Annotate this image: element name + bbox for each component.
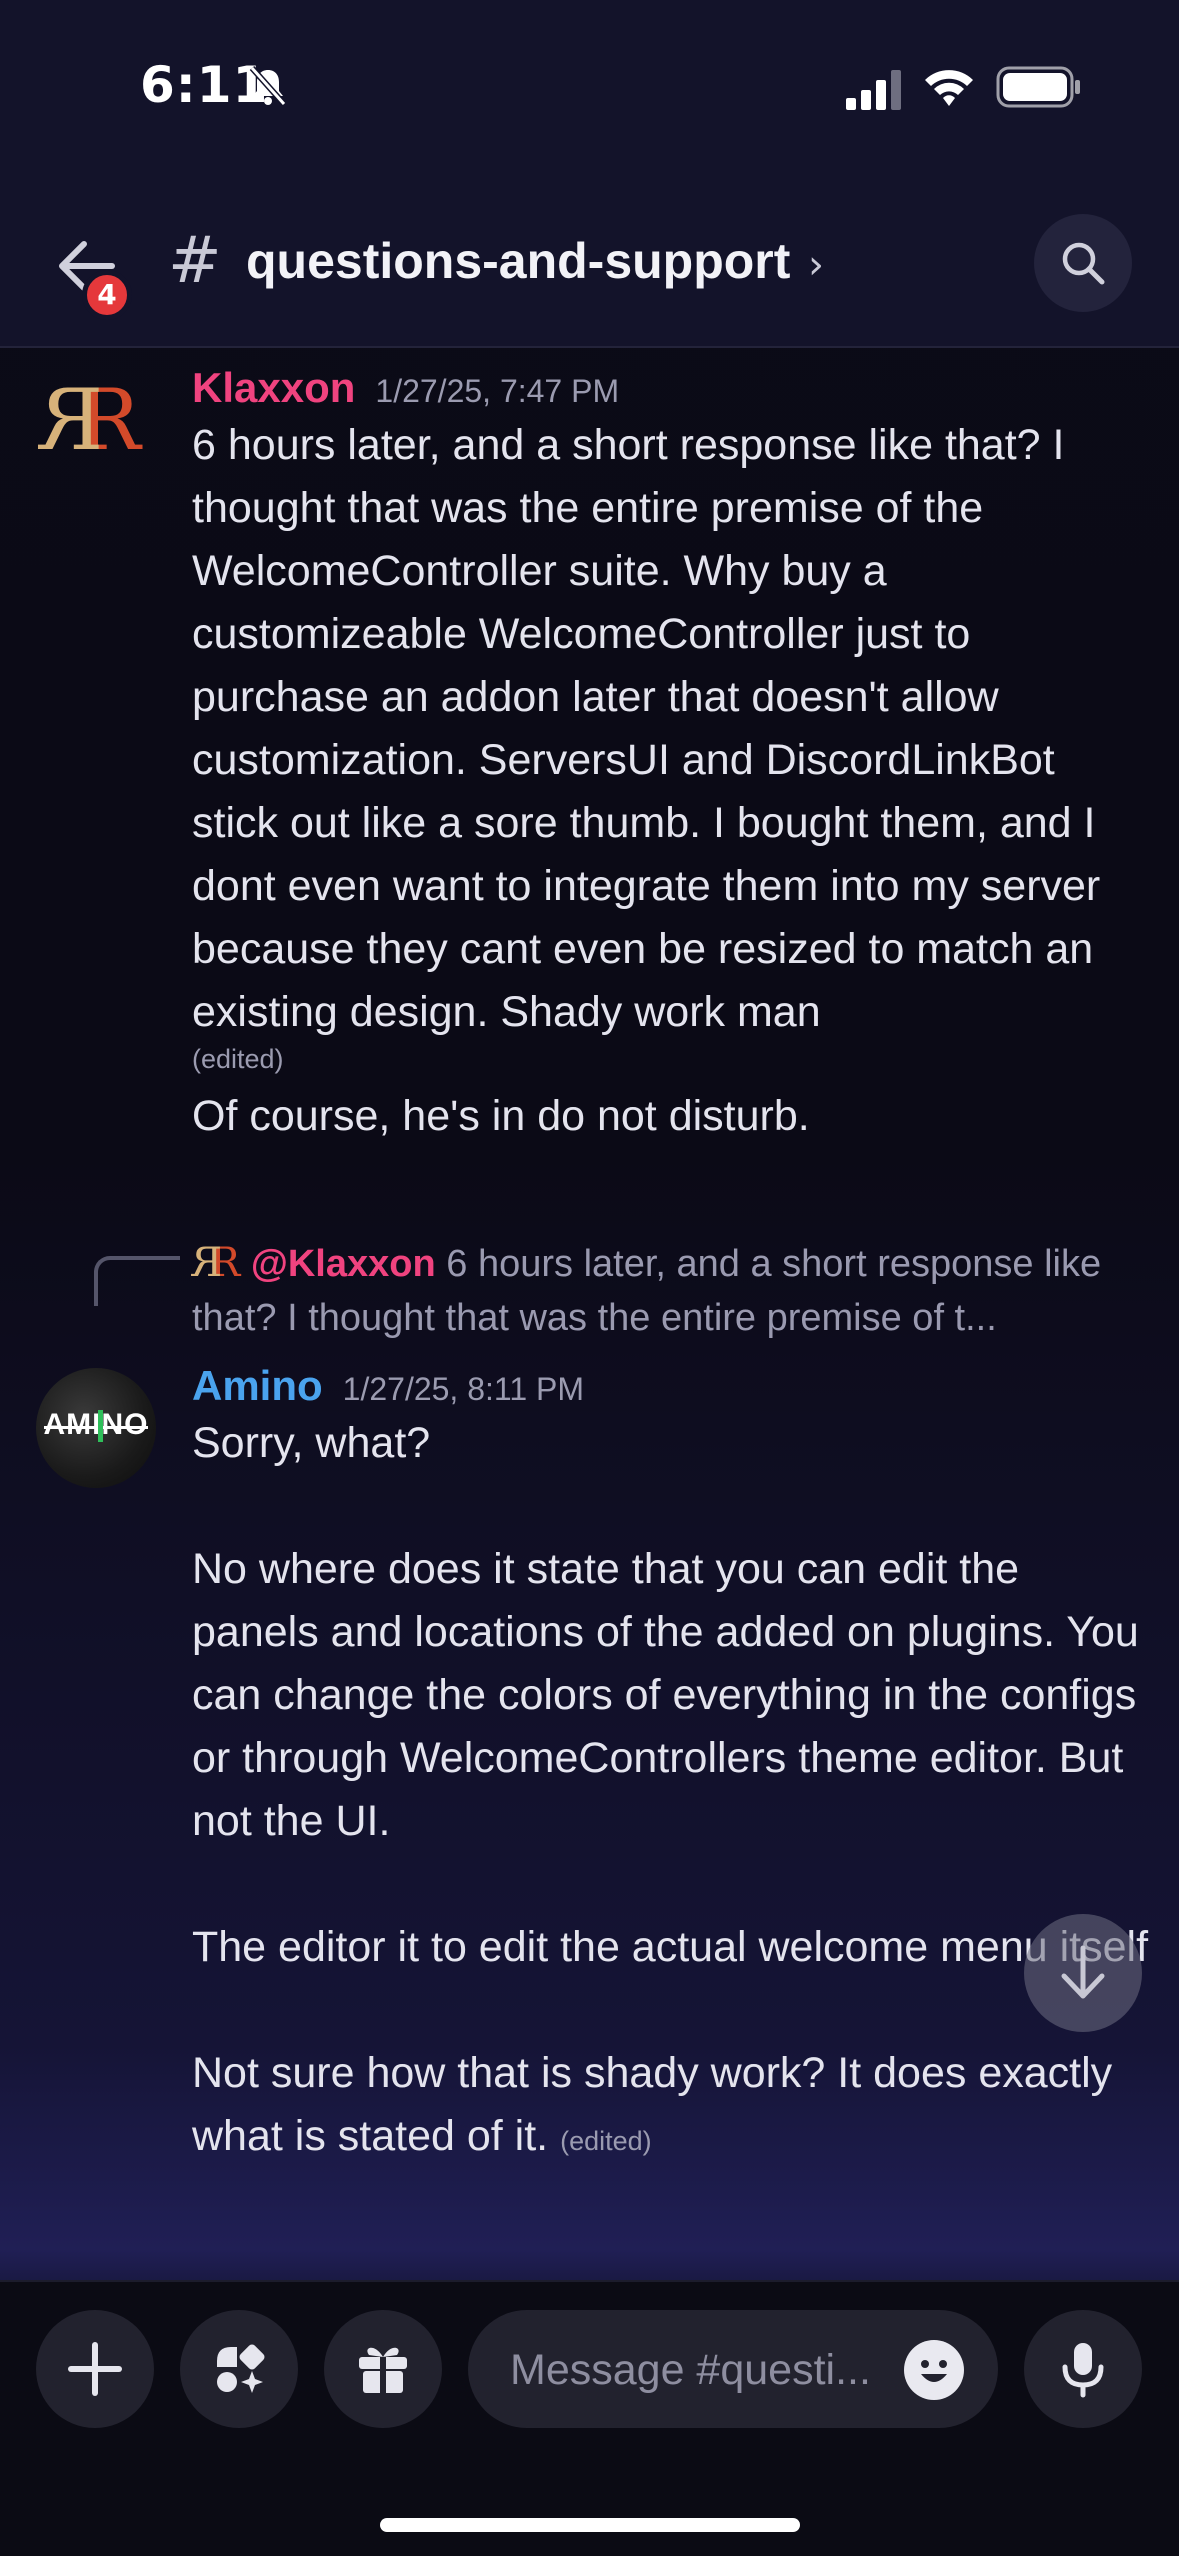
apps-button[interactable] bbox=[180, 2310, 298, 2428]
channel-title[interactable]: questions-and-support bbox=[246, 232, 790, 290]
plus-icon bbox=[68, 2342, 122, 2396]
message-text: 6 hours later, and a short response like… bbox=[192, 421, 1113, 1036]
reply-avatar: RR bbox=[192, 1240, 241, 1286]
message-timestamp: 1/27/25, 8:11 PM bbox=[342, 1371, 584, 1407]
message: Klaxxon 1/27/25, 7:47 PM 6 hours later, a… bbox=[192, 364, 1152, 1148]
reply-author: @Klaxxon bbox=[250, 1243, 436, 1285]
channel-hash-icon: # bbox=[168, 224, 222, 298]
battery-icon bbox=[996, 66, 1080, 108]
reply-connector bbox=[94, 1256, 180, 1306]
search-button[interactable] bbox=[1034, 214, 1132, 312]
microphone-icon bbox=[1062, 2343, 1104, 2398]
chevron-right-icon[interactable]: › bbox=[808, 242, 824, 288]
avatar-text: AMINO bbox=[43, 1408, 149, 1441]
message-composer: Message #questi... bbox=[0, 2280, 1179, 2556]
status-bar: 6:11 bbox=[0, 0, 1179, 180]
channel-header: 4 # questions-and-support › bbox=[0, 180, 1179, 348]
gift-button[interactable] bbox=[324, 2310, 442, 2428]
message-text: Sorry, what? No where does it state that… bbox=[192, 1419, 1148, 2160]
apps-icon bbox=[217, 2344, 265, 2393]
signal-icon bbox=[846, 70, 901, 110]
message-input[interactable]: Message #questi... bbox=[468, 2310, 998, 2428]
gift-icon bbox=[359, 2347, 407, 2393]
edited-label: (edited) bbox=[192, 1044, 284, 1074]
message-text: Of course, he's in do not disturb. bbox=[192, 1092, 810, 1140]
message-author[interactable]: Amino bbox=[192, 1362, 323, 1409]
emoji-icon[interactable] bbox=[904, 2340, 964, 2400]
jump-to-present-button[interactable] bbox=[1024, 1914, 1142, 2032]
search-icon bbox=[1062, 242, 1105, 285]
message-timestamp: 1/27/25, 7:47 PM bbox=[375, 373, 620, 409]
edited-label: (edited) bbox=[560, 2126, 652, 2156]
message: Amino 1/27/25, 8:11 PM Sorry, what? No wh… bbox=[192, 1362, 1152, 2173]
message-author[interactable]: Klaxxon bbox=[192, 364, 355, 411]
bell-slash-icon bbox=[249, 66, 287, 106]
arrow-down-icon bbox=[1061, 1945, 1105, 1999]
message-input-placeholder: Message #questi... bbox=[510, 2346, 871, 2394]
wifi-icon bbox=[925, 70, 973, 106]
add-attachment-button[interactable] bbox=[36, 2310, 154, 2428]
reply-preview[interactable]: RR @Klaxxon 6 hours later, and a short r… bbox=[192, 1236, 1152, 1345]
voice-message-button[interactable] bbox=[1024, 2310, 1142, 2428]
unread-badge: 4 bbox=[82, 270, 132, 320]
avatar[interactable]: AMINO bbox=[36, 1368, 156, 1488]
avatar[interactable]: RR bbox=[40, 371, 148, 469]
home-indicator[interactable] bbox=[380, 2518, 800, 2532]
